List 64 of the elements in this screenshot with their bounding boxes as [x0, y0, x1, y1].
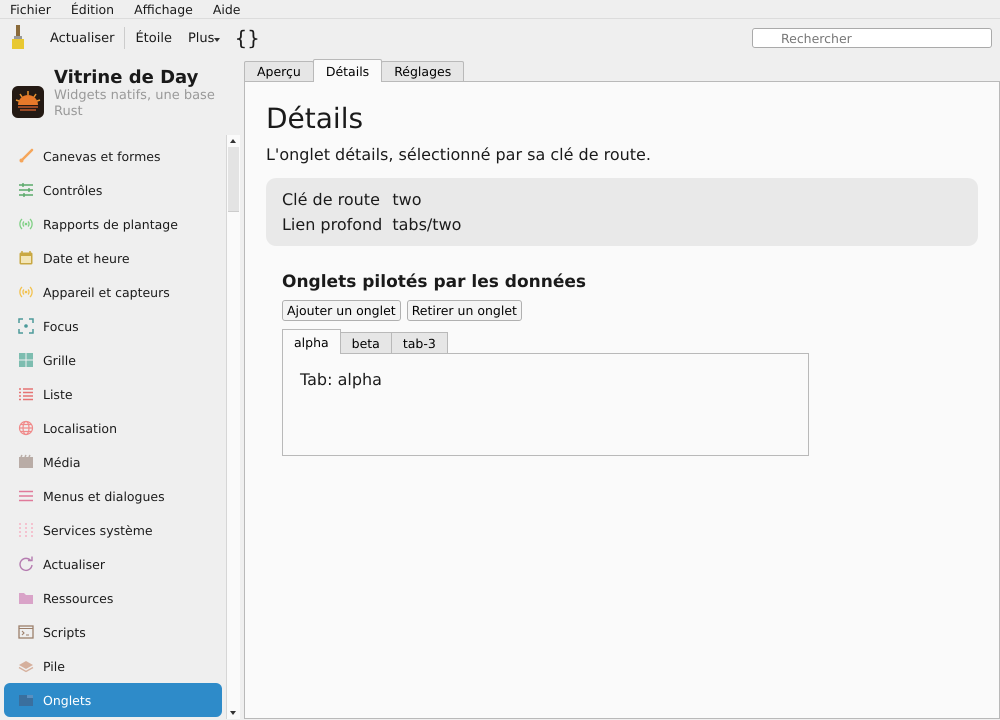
menu-item[interactable]: Aide	[202, 2, 250, 16]
page-heading: Détails	[266, 102, 364, 135]
sidebar-item[interactable]: Liste	[4, 377, 222, 411]
page-description: L'onglet détails, sélectionné par sa clé de route.	[266, 145, 652, 164]
sidebar-item[interactable]: Onglets	[4, 683, 222, 717]
tab[interactable]: Réglages	[381, 61, 464, 81]
scroll-thumb[interactable]	[228, 147, 239, 212]
menu-item[interactable]: Fichier	[0, 2, 61, 16]
clapperboard-icon	[18, 454, 34, 470]
sidebar-item[interactable]: Appareil et capteurs	[4, 275, 222, 309]
info-label: Clé de route	[282, 190, 381, 209]
tabs-icon	[18, 692, 34, 708]
brush-icon	[18, 148, 34, 164]
focus-icon	[18, 318, 34, 334]
menu-item[interactable]: Affichage	[124, 2, 203, 16]
sidebar-item[interactable]: Pile	[4, 649, 222, 683]
tab[interactable]: tab-3	[390, 332, 448, 353]
app-subtitle: Widgets natifs, une base Rust	[54, 88, 216, 120]
sidebar-item[interactable]: Grille	[4, 343, 222, 377]
tab[interactable]: Détails	[312, 59, 382, 82]
sidebar-item[interactable]: Contrôles	[4, 173, 222, 207]
layers-icon	[18, 658, 34, 674]
app-title: Vitrine de Day	[54, 67, 200, 88]
tab[interactable]: alpha	[282, 329, 341, 354]
tab-content-text: Tab: alpha	[300, 370, 382, 389]
refresh-icon	[18, 556, 34, 572]
info-value: two	[392, 190, 422, 209]
section-title: Onglets pilotés par les données	[282, 272, 588, 292]
sunset-logo-icon	[12, 86, 44, 118]
toolbar-button[interactable]: Actualiser	[44, 26, 120, 50]
signal-icon	[18, 216, 34, 232]
toolbar-button[interactable]: Étoile	[129, 26, 178, 50]
menu-item[interactable]: Édition	[60, 2, 124, 16]
sidebar-item[interactable]: Média	[4, 445, 222, 479]
sidebar-item[interactable]: Actualiser	[4, 547, 222, 581]
folder-icon	[18, 590, 34, 606]
action-button[interactable]: Ajouter un onglet	[282, 300, 401, 321]
globe-icon	[18, 420, 34, 436]
calendar-icon	[18, 250, 34, 266]
toolbar-button[interactable]: {}	[230, 26, 264, 50]
sidebar-item[interactable]: Localisation	[4, 411, 222, 445]
dots-icon	[18, 522, 34, 538]
sidebar-item[interactable]: Canevas et formes	[4, 139, 222, 173]
signal-icon	[18, 284, 34, 300]
list-icon	[18, 386, 34, 402]
sidebar-item[interactable]: Menus et dialogues	[4, 479, 222, 513]
tab[interactable]: Aperçu	[244, 61, 314, 81]
info-label: Lien profond	[282, 215, 382, 234]
sidebar-item[interactable]: Scripts	[4, 615, 222, 649]
action-button[interactable]: Retirer un onglet	[406, 300, 522, 321]
caret-icon	[214, 38, 220, 42]
sidebar-item[interactable]: Rapports de plantage	[4, 207, 222, 241]
sidebar-item[interactable]: Ressources	[4, 581, 222, 615]
menu-icon	[18, 488, 34, 504]
info-value: tabs/two	[392, 215, 462, 234]
sidebar-item[interactable]: Date et heure	[4, 241, 222, 275]
search-field[interactable]: Rechercher	[752, 28, 992, 48]
sidebar-item[interactable]: Services système	[4, 513, 222, 547]
sliders-icon	[18, 182, 34, 198]
dropdown-button[interactable]: Plus	[182, 26, 226, 50]
grid-icon	[18, 352, 34, 368]
tab[interactable]: beta	[340, 332, 392, 353]
sidebar-item[interactable]: Focus	[4, 309, 222, 343]
terminal-icon	[18, 624, 34, 640]
